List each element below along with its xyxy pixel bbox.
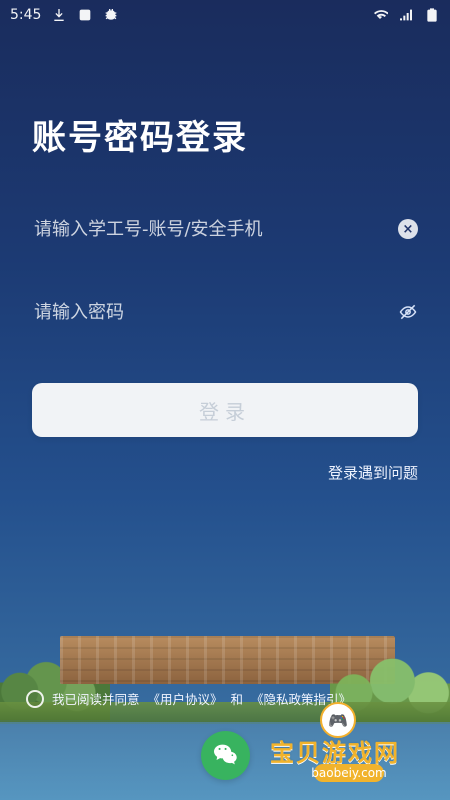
square-app-icon: [77, 7, 93, 23]
wechat-icon: [212, 742, 240, 770]
bug-icon: [103, 7, 119, 23]
user-agreement-link[interactable]: 《用户协议》: [148, 689, 223, 708]
status-left: 5:45: [10, 7, 119, 23]
username-input[interactable]: [32, 213, 366, 245]
status-time: 5:45: [10, 7, 42, 23]
eye-slash-icon[interactable]: [398, 302, 418, 322]
login-help-link[interactable]: 登录遇到问题: [328, 462, 418, 483]
wechat-login-button[interactable]: [201, 731, 250, 780]
password-input[interactable]: [32, 296, 366, 328]
status-bar: 5:45: [0, 0, 450, 30]
clear-icon[interactable]: ×: [398, 219, 418, 239]
download-icon: [51, 7, 67, 23]
consent-prefix: 我已阅读并同意: [52, 692, 140, 707]
page-title: 账号密码登录: [32, 118, 248, 158]
login-button[interactable]: 登录: [32, 383, 418, 437]
watermark-sub: baobeiy.com: [311, 764, 387, 782]
battery-icon: [424, 7, 440, 23]
signal-icon: [398, 7, 414, 23]
watermark: 🎮 宝贝游戏网 baobeiy.com: [270, 702, 430, 784]
wifi-icon: [372, 7, 388, 23]
consent-and: 和: [230, 692, 244, 707]
consent-checkbox[interactable]: [26, 689, 44, 708]
password-field-row: [32, 288, 418, 336]
username-field-row: ×: [32, 205, 418, 253]
status-right: [372, 7, 440, 23]
watermark-main: 宝贝游戏网: [270, 739, 400, 767]
